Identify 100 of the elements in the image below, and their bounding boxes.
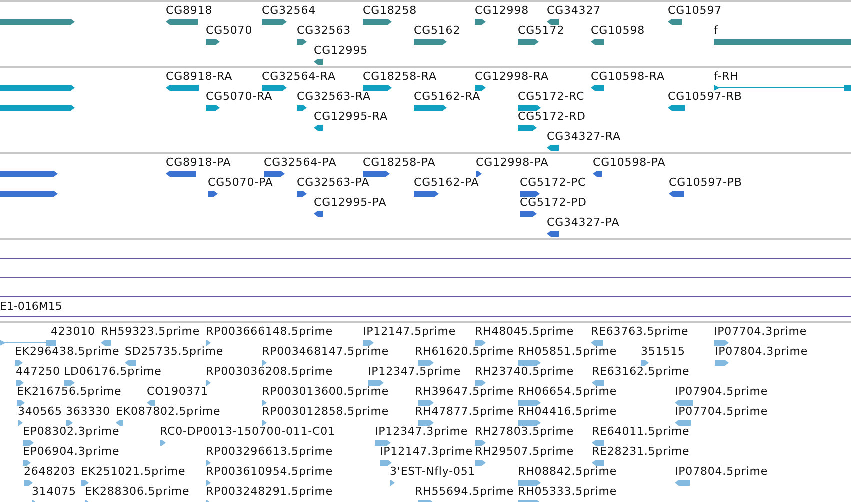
- feature-arrow-icon[interactable]: [166, 85, 199, 91]
- feature-arrow-icon[interactable]: [547, 231, 559, 237]
- feature-arrow-icon[interactable]: [476, 171, 482, 177]
- feature-arrow-icon[interactable]: [18, 420, 23, 426]
- feature-arrow-icon[interactable]: [675, 480, 690, 486]
- feature-arrow-icon[interactable]: [297, 191, 307, 197]
- feature-arrow-icon[interactable]: [23, 440, 34, 446]
- feature-arrow-icon[interactable]: [314, 59, 323, 65]
- feature-arrow-icon[interactable]: [475, 460, 486, 466]
- feature-arrow-icon[interactable]: [23, 460, 31, 466]
- feature-arrow-icon[interactable]: [264, 171, 285, 177]
- feature-arrow-icon[interactable]: [668, 19, 682, 25]
- feature-arrow-icon[interactable]: [262, 420, 267, 426]
- feature-arrow-icon[interactable]: [418, 400, 434, 406]
- feature-arrow-icon[interactable]: [0, 191, 58, 197]
- feature-arrow-icon[interactable]: [714, 340, 729, 346]
- feature-arrow-icon[interactable]: [0, 340, 56, 346]
- feature-arrow-icon[interactable]: [297, 39, 307, 45]
- feature-arrow-icon[interactable]: [147, 400, 155, 406]
- feature-arrow-icon[interactable]: [475, 340, 486, 346]
- feature-arrow-icon[interactable]: [166, 171, 196, 177]
- feature-arrow-icon[interactable]: [368, 380, 384, 386]
- feature-arrow-icon[interactable]: [518, 400, 541, 406]
- feature-arrow-icon[interactable]: [206, 340, 211, 346]
- feature-arrow-icon[interactable]: [116, 420, 123, 426]
- feature-arrow-icon[interactable]: [547, 145, 559, 151]
- feature-arrow-icon[interactable]: [475, 19, 486, 25]
- feature-arrow-icon[interactable]: [297, 105, 307, 111]
- feature-arrow-icon[interactable]: [475, 85, 486, 91]
- feature-arrow-icon[interactable]: [520, 191, 540, 197]
- feature-arrow-icon[interactable]: [518, 125, 537, 131]
- feature-arrow-icon[interactable]: [669, 191, 684, 197]
- feature-arrow-icon[interactable]: [81, 480, 89, 486]
- feature-arrow-icon[interactable]: [390, 480, 395, 486]
- feature-arrow-icon[interactable]: [314, 211, 323, 217]
- feature-label: CG32564-PA: [264, 156, 337, 169]
- feature-arrow-icon[interactable]: [66, 420, 73, 426]
- feature-arrow-icon[interactable]: [591, 85, 604, 91]
- feature-arrow-icon[interactable]: [363, 19, 392, 25]
- feature-arrow-icon[interactable]: [206, 105, 220, 111]
- feature-arrow-icon[interactable]: [64, 380, 75, 386]
- feature-arrow-icon[interactable]: [206, 39, 220, 45]
- feature-arrow-icon[interactable]: [675, 420, 691, 426]
- feature-arrow-icon[interactable]: [0, 171, 58, 177]
- feature-arrow-icon[interactable]: [262, 19, 287, 25]
- feature-arrow-icon[interactable]: [16, 380, 24, 386]
- feature-arrow-icon[interactable]: [208, 191, 218, 197]
- feature-arrow-icon[interactable]: [160, 440, 166, 446]
- feature-arrow-icon[interactable]: [675, 400, 693, 406]
- feature-arrow-icon[interactable]: [518, 39, 539, 45]
- feature-arrow-icon[interactable]: [15, 360, 23, 366]
- feature-arrow-icon[interactable]: [475, 440, 486, 446]
- feature-arrow-icon[interactable]: [314, 125, 323, 131]
- feature-label: CG18258: [363, 4, 417, 17]
- feature-arrow-icon[interactable]: [518, 420, 541, 426]
- feature-arrow-icon[interactable]: [414, 191, 439, 197]
- feature-arrow-icon[interactable]: [101, 340, 111, 346]
- feature-arrow-icon[interactable]: [17, 400, 25, 406]
- feature-arrow-icon[interactable]: [518, 105, 541, 111]
- clone-label: E1-016M15: [0, 300, 62, 313]
- feature-arrow-icon[interactable]: [518, 480, 541, 486]
- feature-arrow-icon[interactable]: [206, 380, 211, 386]
- feature-arrow-icon[interactable]: [591, 340, 603, 346]
- feature-arrow-icon[interactable]: [668, 105, 685, 111]
- feature-label: EK288306.5prime: [85, 485, 190, 498]
- feature-arrow-icon[interactable]: [715, 360, 729, 366]
- feature-label: CG8918-RA: [166, 70, 232, 83]
- feature-arrow-icon[interactable]: [593, 171, 602, 177]
- feature-arrow-icon[interactable]: [206, 460, 211, 466]
- feature-arrow-icon[interactable]: [518, 360, 541, 366]
- feature-arrow-icon[interactable]: [418, 420, 434, 426]
- feature-arrow-icon[interactable]: [418, 360, 434, 366]
- feature-arrow-icon[interactable]: [375, 440, 391, 446]
- feature-arrow-icon[interactable]: [475, 380, 486, 386]
- feature-arrow-icon[interactable]: [714, 85, 851, 91]
- feature-label: CG5172-RC: [518, 90, 585, 103]
- feature-label: f: [714, 24, 718, 37]
- feature-label: IP07704.5prime: [675, 405, 768, 418]
- feature-arrow-icon[interactable]: [24, 480, 33, 486]
- feature-arrow-icon[interactable]: [641, 360, 649, 366]
- feature-label: RH29507.5prime: [475, 445, 574, 458]
- feature-arrow-icon[interactable]: [262, 400, 267, 406]
- feature-arrow-icon[interactable]: [592, 460, 604, 466]
- feature-arrow-icon[interactable]: [414, 105, 447, 111]
- feature-arrow-icon[interactable]: [591, 39, 604, 45]
- feature-label: RE63162.5prime: [592, 365, 690, 378]
- feature-arrow-icon[interactable]: [262, 360, 267, 366]
- feature-arrow-icon[interactable]: [547, 19, 559, 25]
- feature-arrow-icon[interactable]: [166, 19, 198, 25]
- feature-arrow-icon[interactable]: [592, 380, 604, 386]
- feature-arrow-icon[interactable]: [363, 85, 392, 91]
- feature-arrow-icon[interactable]: [262, 85, 287, 91]
- feature-arrow-icon[interactable]: [380, 460, 392, 466]
- feature-arrow-icon[interactable]: [363, 340, 374, 346]
- feature-arrow-icon[interactable]: [592, 440, 604, 446]
- feature-arrow-icon[interactable]: [520, 211, 537, 217]
- feature-arrow-icon[interactable]: [363, 171, 390, 177]
- feature-arrow-icon[interactable]: [125, 360, 136, 366]
- feature-arrow-icon[interactable]: [206, 480, 211, 486]
- feature-arrow-icon[interactable]: [414, 39, 447, 45]
